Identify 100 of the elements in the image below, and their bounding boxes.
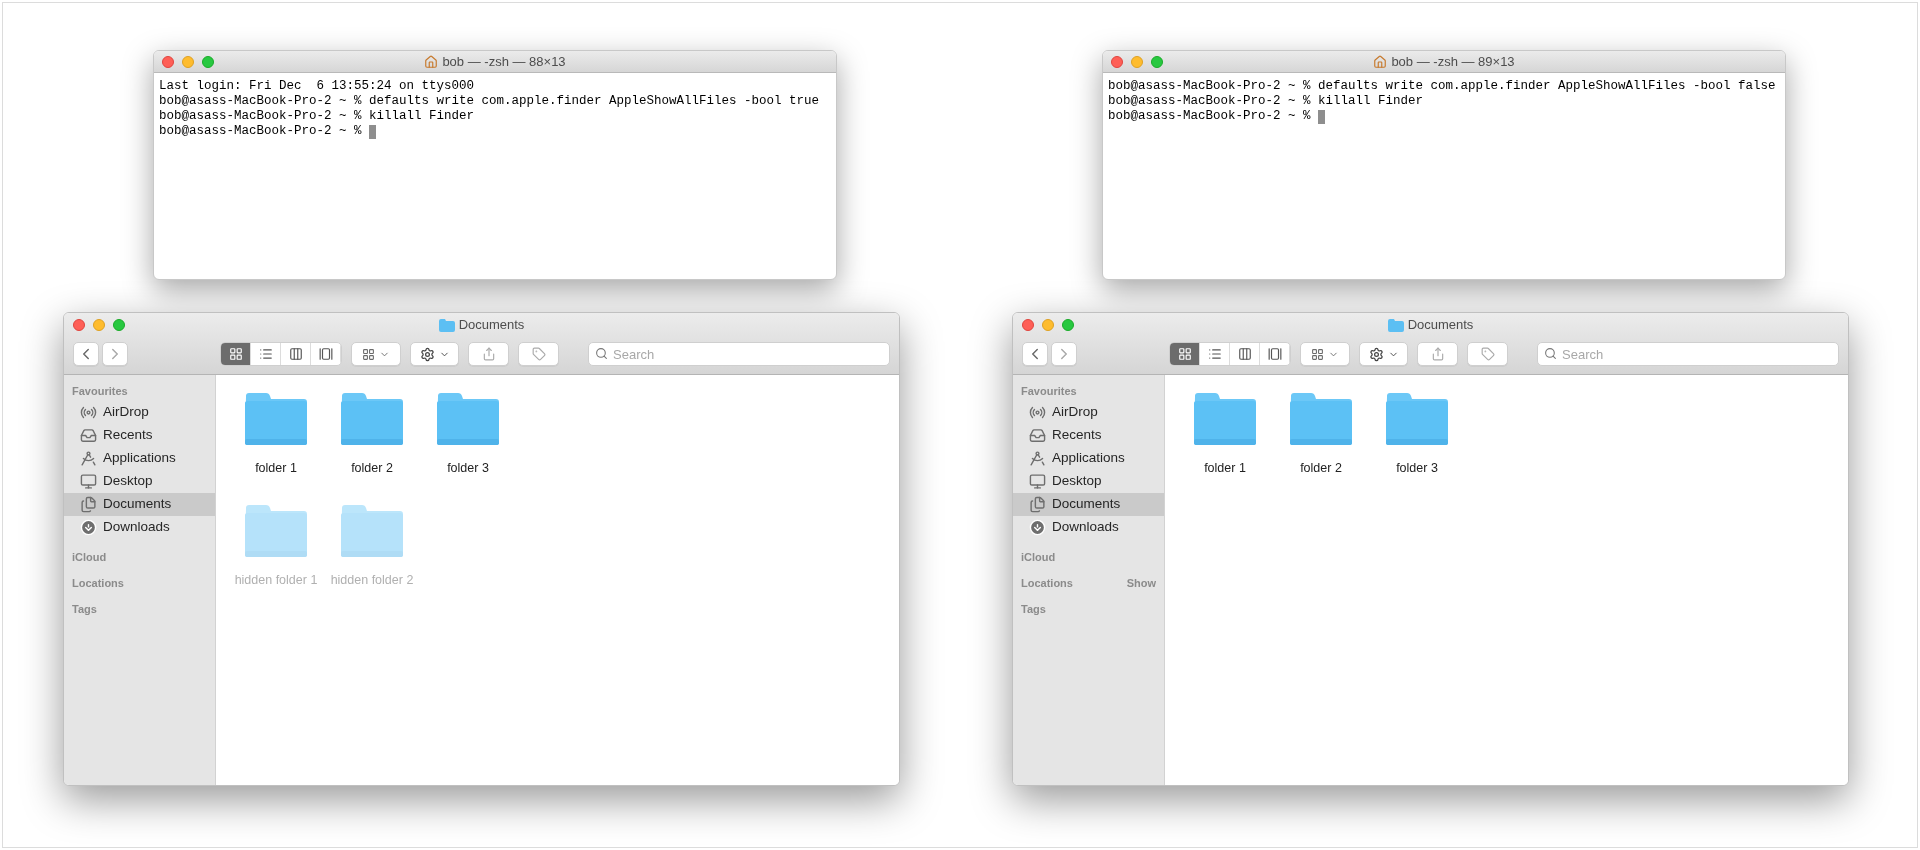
tray-icon (80, 427, 97, 444)
sidebar-heading: Locations (1021, 575, 1073, 591)
sidebar-heading: Favourites (1021, 383, 1077, 399)
close-button[interactable] (1111, 55, 1123, 68)
folder-icon (1385, 392, 1449, 446)
download-icon (80, 519, 97, 536)
folder-icon (436, 392, 500, 446)
forward-button[interactable] (1051, 342, 1077, 366)
tray-icon (1029, 427, 1046, 444)
sidebar-heading: iCloud (72, 549, 107, 565)
icon-view-button[interactable] (1170, 343, 1200, 365)
forward-button[interactable] (102, 342, 128, 366)
share-button[interactable] (1417, 342, 1458, 366)
terminal-line: Last login: Fri Dec 6 13:55:24 on ttys000 (159, 79, 475, 94)
sidebar-item[interactable]: Documents (64, 493, 215, 516)
folder-label[interactable]: folder 2 (351, 459, 393, 478)
window-title: Documents (458, 316, 525, 335)
home-icon (424, 54, 439, 69)
broadcast-icon (80, 404, 97, 421)
close-button[interactable] (162, 55, 174, 68)
share-icon (481, 347, 496, 361)
sidebar-item[interactable]: Desktop (1013, 470, 1164, 493)
gallery-icon (1267, 347, 1282, 361)
sidebar-item[interactable]: Recents (1013, 424, 1164, 447)
grid-icon (1311, 347, 1324, 361)
folder-label[interactable]: folder 3 (447, 459, 489, 478)
home-icon (1373, 54, 1388, 69)
sidebar-item[interactable]: Desktop (64, 470, 215, 493)
sidebar-item[interactable]: Downloads (64, 516, 215, 539)
terminal-line: bob@asass-MacBook-Pro-2 ~ % defaults write com.apple.finder AppleShowAllFiles -bool false (1108, 79, 1776, 94)
settings-icon (419, 346, 435, 362)
documents-icon (1029, 496, 1046, 513)
sidebar-item[interactable]: Documents (1013, 493, 1164, 516)
action-button[interactable] (410, 342, 459, 366)
sidebar-item[interactable]: AirDrop (64, 401, 215, 424)
compass-icon (1029, 450, 1046, 467)
minimize-button[interactable] (1131, 55, 1143, 68)
folder-label[interactable]: folder 2 (1300, 459, 1342, 478)
gallery-icon (318, 347, 333, 361)
search-field[interactable]: Search (1537, 342, 1839, 366)
sidebar-item[interactable]: Applications (1013, 447, 1164, 470)
minimize-button[interactable] (1042, 319, 1054, 331)
close-button[interactable] (1022, 319, 1034, 331)
search-icon (595, 347, 608, 360)
documents-icon (80, 496, 97, 513)
sidebar-item[interactable]: Recents (64, 424, 215, 447)
terminal-line: bob@asass-MacBook-Pro-2 ~ % defaults write com.apple.finder AppleShowAllFiles -bool true (159, 94, 820, 109)
folder-label[interactable]: folder 1 (1204, 459, 1246, 478)
window-title: Documents (1407, 316, 1474, 335)
folder-label[interactable]: folder 1 (255, 459, 297, 478)
grid-icon (362, 347, 375, 361)
minimize-button[interactable] (93, 319, 105, 331)
minimize-button[interactable] (182, 55, 194, 68)
sidebar-item[interactable]: AirDrop (1013, 401, 1164, 424)
folder-icon (1387, 318, 1404, 332)
sidebar-heading: Locations (72, 575, 124, 591)
text-cursor (369, 124, 377, 139)
back-button[interactable] (73, 342, 99, 366)
compass-icon (80, 450, 97, 467)
terminal-line: bob@asass-MacBook-Pro-2 ~ % (159, 124, 363, 139)
close-button[interactable] (73, 319, 85, 331)
folder-icon (340, 503, 404, 558)
search-icon (1544, 347, 1557, 360)
columns-icon (288, 347, 303, 361)
zoom-button[interactable] (1062, 319, 1074, 331)
group-button[interactable] (351, 342, 401, 366)
tag-button[interactable] (518, 342, 559, 366)
window-title: bob — -zsh — 89×13 (1391, 52, 1515, 71)
sidebar-item[interactable]: Downloads (1013, 516, 1164, 539)
icon-view-button[interactable] (221, 343, 251, 365)
folder-icon (438, 318, 455, 332)
sidebar-item[interactable]: Applications (64, 447, 215, 470)
zoom-button[interactable] (202, 55, 214, 68)
broadcast-icon (1029, 404, 1046, 421)
zoom-button[interactable] (113, 319, 125, 331)
monitor-icon (80, 473, 97, 490)
folder-icon (1193, 392, 1257, 446)
tag-icon (1480, 347, 1495, 361)
folder-label[interactable]: folder 3 (1396, 459, 1438, 478)
share-icon (1430, 347, 1445, 361)
group-button[interactable] (1300, 342, 1350, 366)
columns-icon (1237, 347, 1252, 361)
share-button[interactable] (468, 342, 509, 366)
window-title: bob — -zsh — 88×13 (442, 52, 566, 71)
sidebar-heading: Tags (72, 601, 97, 617)
back-button[interactable] (1022, 342, 1048, 366)
terminal-line: bob@asass-MacBook-Pro-2 ~ % killall Finder (1108, 94, 1424, 109)
list-icon (258, 347, 273, 361)
tag-button[interactable] (1467, 342, 1508, 366)
text-cursor (1318, 109, 1326, 124)
download-icon (1029, 519, 1046, 536)
search-field[interactable]: Search (588, 342, 890, 366)
grid-icon (228, 347, 243, 361)
zoom-button[interactable] (1151, 55, 1163, 68)
action-button[interactable] (1359, 342, 1408, 366)
list-icon (1207, 347, 1222, 361)
grid-icon (1177, 347, 1192, 361)
folder-icon (244, 392, 308, 446)
terminal-line: bob@asass-MacBook-Pro-2 ~ % killall Finder (159, 109, 475, 124)
sidebar-heading: Tags (1021, 601, 1046, 617)
